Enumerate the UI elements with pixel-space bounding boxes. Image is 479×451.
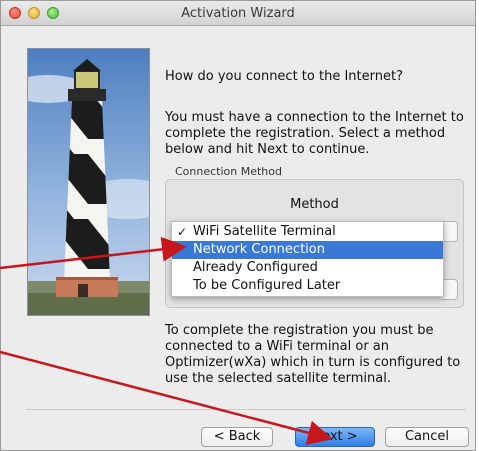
- menu-item-already-configured[interactable]: Already Configured: [172, 259, 443, 277]
- connection-method-label: Connection Method: [175, 165, 282, 178]
- menu-item-network-connection[interactable]: Network Connection: [172, 241, 443, 259]
- second-popup-button-edge[interactable]: [442, 279, 458, 300]
- activation-wizard-window: Activation Wizard How do you connect to …: [0, 0, 476, 451]
- menu-item-label: WiFi Satellite Terminal: [193, 224, 336, 239]
- menu-item-label: Already Configured: [193, 260, 318, 275]
- footer-info-text: To complete the registration you must be…: [165, 323, 461, 386]
- separator: [26, 409, 466, 410]
- method-dropdown-menu[interactable]: ✓ WiFi Satellite Terminal Network Connec…: [171, 221, 444, 297]
- instructions-text: You must have a connection to the Intern…: [165, 110, 464, 157]
- connection-question: How do you connect to the Internet?: [165, 69, 403, 84]
- checkmark-icon: ✓: [177, 225, 188, 239]
- cancel-button[interactable]: Cancel: [385, 427, 469, 447]
- title-bar: Activation Wizard: [1, 1, 475, 26]
- menu-item-label: Network Connection: [193, 242, 325, 257]
- lighthouse-image: [27, 48, 150, 316]
- window-title: Activation Wizard: [181, 6, 295, 21]
- menu-item-wifi-satellite-terminal[interactable]: ✓ WiFi Satellite Terminal: [172, 223, 443, 241]
- method-popup-button-edge[interactable]: [442, 221, 458, 242]
- next-button[interactable]: Next >: [295, 427, 375, 447]
- menu-item-label: To be Configured Later: [193, 278, 341, 293]
- menu-item-to-be-configured-later[interactable]: To be Configured Later: [172, 277, 443, 295]
- lighthouse-illustration: [28, 49, 149, 315]
- back-button[interactable]: < Back: [201, 427, 273, 447]
- method-label: Method: [290, 197, 339, 212]
